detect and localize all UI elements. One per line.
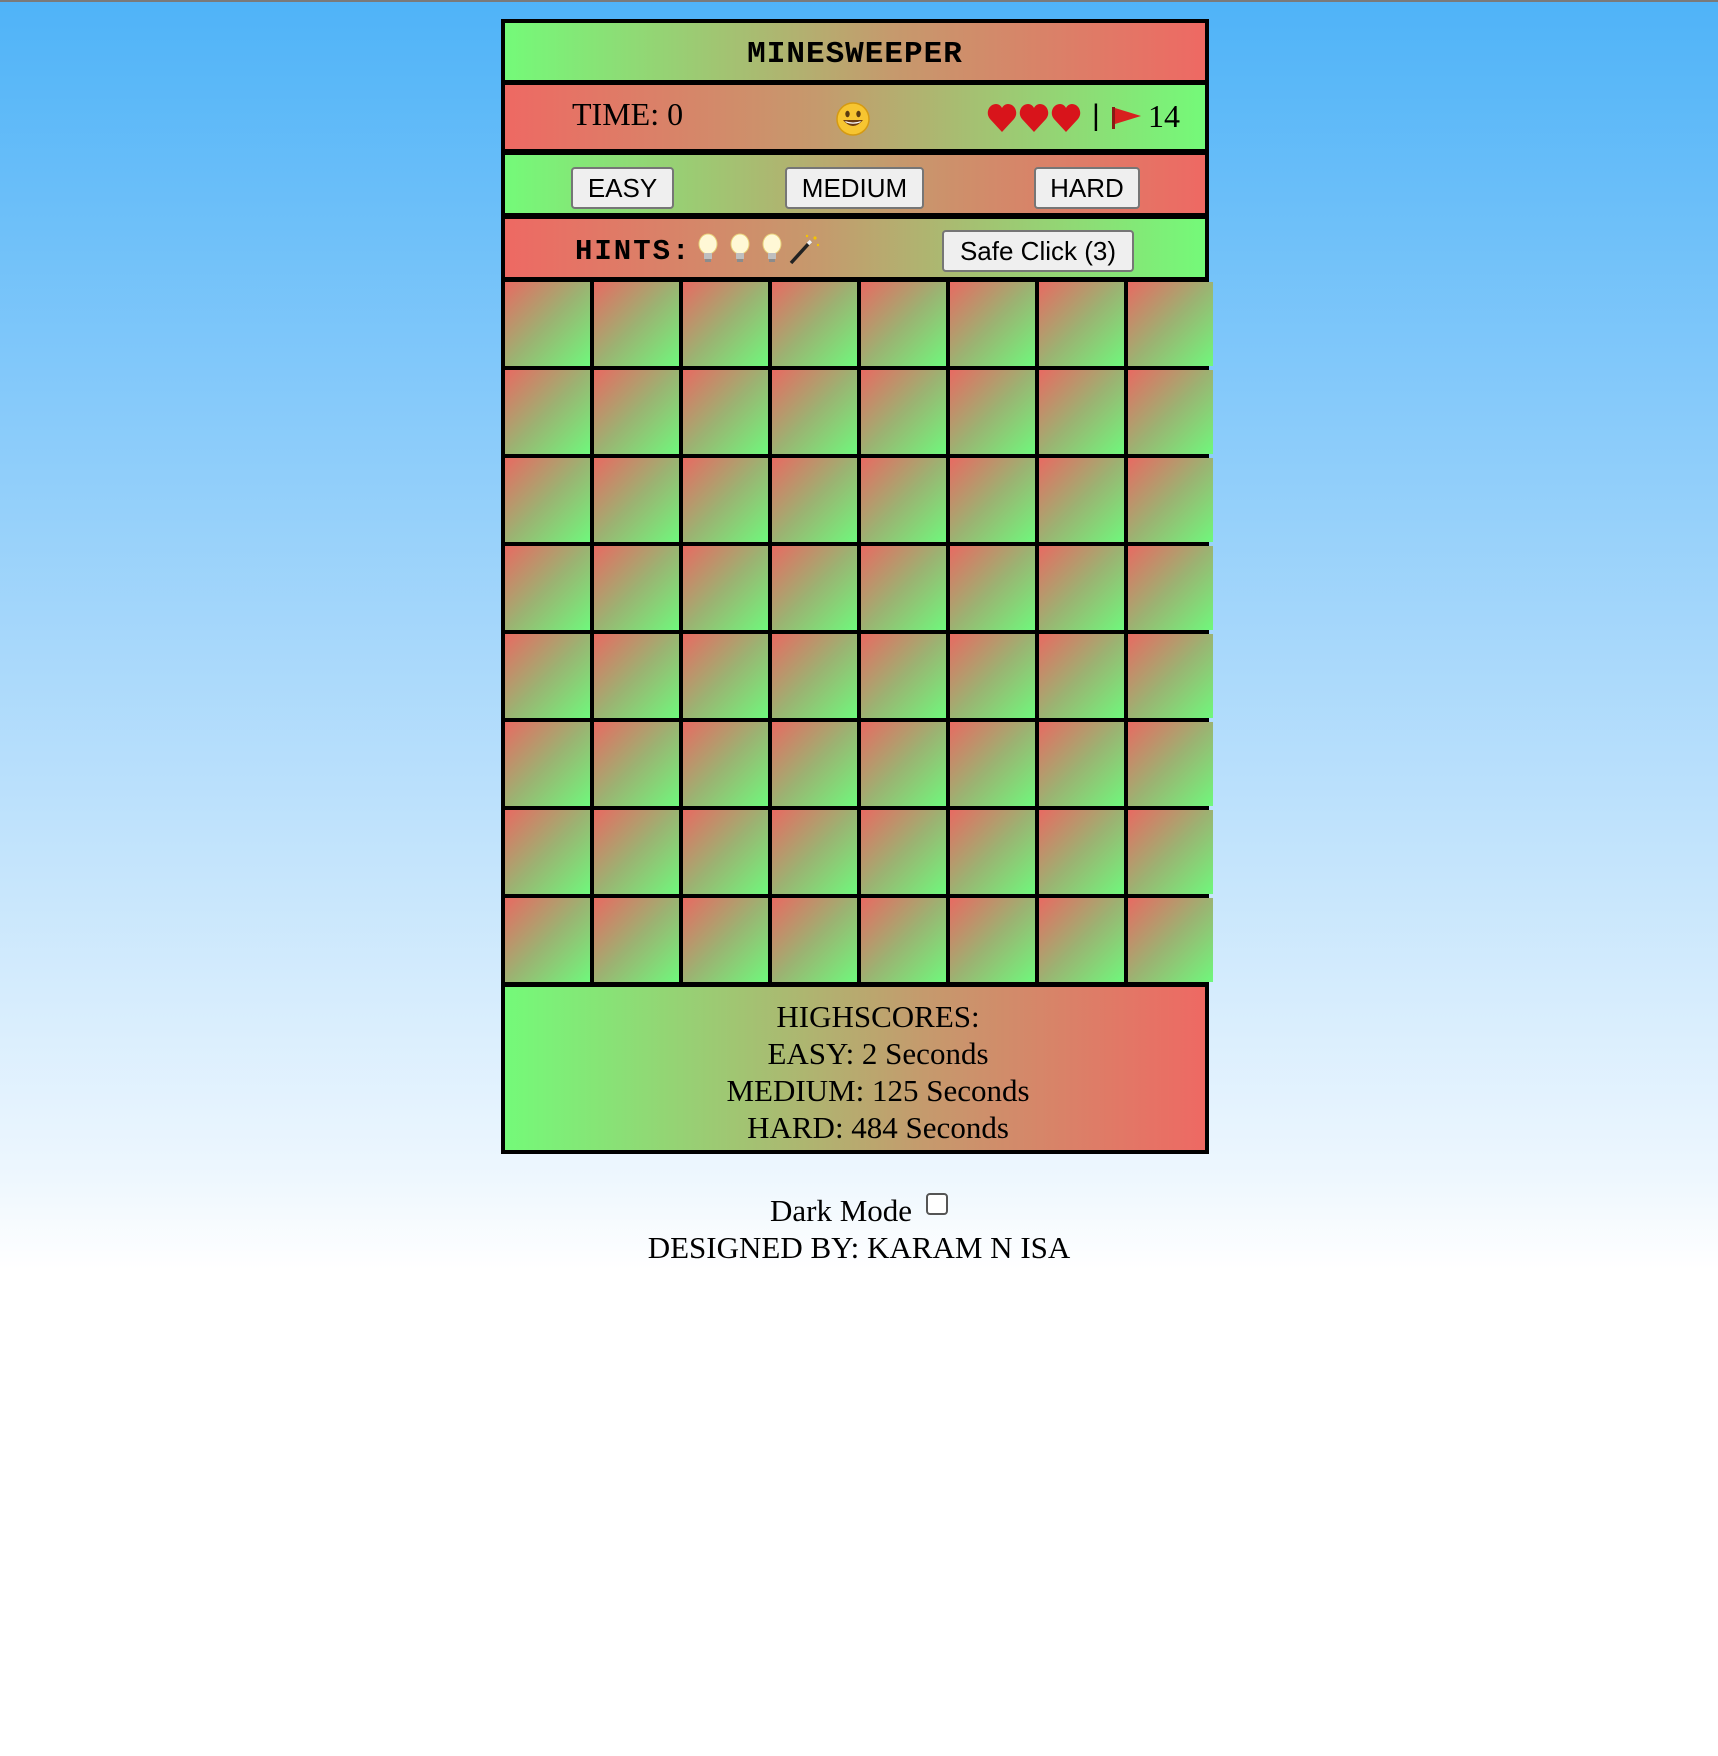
status-bar: TIME: 0 | 14: [505, 85, 1205, 155]
title-bar: MINESWEEPER: [505, 23, 1205, 85]
board-cell[interactable]: [683, 722, 768, 806]
board-cell[interactable]: [772, 370, 857, 454]
board-cell[interactable]: [1039, 282, 1124, 366]
board-cell[interactable]: [861, 898, 946, 982]
board-cell[interactable]: [950, 722, 1035, 806]
board-cell[interactable]: [950, 546, 1035, 630]
game-board: [505, 282, 1213, 982]
board-cell[interactable]: [505, 722, 590, 806]
board-cell[interactable]: [1039, 634, 1124, 718]
board-cell[interactable]: [1039, 370, 1124, 454]
hints-bar: HINTS: Safe Click (3): [505, 219, 1205, 282]
board-cell[interactable]: [950, 810, 1035, 894]
board-cell[interactable]: [772, 458, 857, 542]
board-cell[interactable]: [505, 898, 590, 982]
board-cell[interactable]: [861, 634, 946, 718]
board-cell[interactable]: [772, 810, 857, 894]
board-cell[interactable]: [1039, 810, 1124, 894]
board-cell[interactable]: [861, 722, 946, 806]
highscore-medium: MEDIUM: 125 Seconds: [726, 1073, 1030, 1108]
board-cell[interactable]: [594, 810, 679, 894]
board-cell[interactable]: [1039, 546, 1124, 630]
board-cell[interactable]: [1039, 722, 1124, 806]
board-cell[interactable]: [772, 722, 857, 806]
heart-icon: [987, 104, 1017, 132]
hints-label: HINTS:: [575, 235, 692, 268]
board-cell[interactable]: [1128, 898, 1213, 982]
game-title: MINESWEEPER: [747, 37, 963, 72]
status-separator: |: [1092, 99, 1100, 132]
red-flag-icon: [1111, 106, 1143, 135]
difficulty-bar: EASY MEDIUM HARD: [505, 155, 1205, 219]
board-cell[interactable]: [594, 722, 679, 806]
board-cell[interactable]: [594, 458, 679, 542]
board-cell[interactable]: [1039, 898, 1124, 982]
board-cell[interactable]: [594, 898, 679, 982]
credits: DESIGNED BY: KARAM N ISA: [647, 1230, 1071, 1265]
flags-remaining: 14: [1148, 98, 1180, 134]
board-cell[interactable]: [505, 634, 590, 718]
board-cell[interactable]: [1128, 634, 1213, 718]
board-cell[interactable]: [772, 282, 857, 366]
highscore-hard: HARD: 484 Seconds: [747, 1110, 1009, 1145]
medium-button[interactable]: MEDIUM: [785, 167, 924, 209]
board-cell[interactable]: [772, 634, 857, 718]
board-cell[interactable]: [505, 458, 590, 542]
board-cell[interactable]: [505, 546, 590, 630]
easy-button[interactable]: EASY: [571, 167, 674, 209]
board-cell[interactable]: [861, 546, 946, 630]
board-cell[interactable]: [505, 370, 590, 454]
board-cell[interactable]: [861, 458, 946, 542]
lives-hearts: [986, 100, 1086, 136]
board-cell[interactable]: [683, 634, 768, 718]
board-cell[interactable]: [594, 370, 679, 454]
board-cell[interactable]: [950, 458, 1035, 542]
board-cell[interactable]: [683, 370, 768, 454]
board-cell[interactable]: [683, 458, 768, 542]
smiley-face-icon[interactable]: [835, 101, 871, 137]
board-cell[interactable]: [861, 370, 946, 454]
board-cell[interactable]: [1128, 370, 1213, 454]
board-cell[interactable]: [950, 634, 1035, 718]
board-cell[interactable]: [594, 282, 679, 366]
heart-icon: [1051, 104, 1081, 132]
minesweeper-game: MINESWEEPER TIME: 0 | 14 EASY MEDIUM HAR…: [501, 19, 1213, 1154]
board-cell[interactable]: [683, 898, 768, 982]
highscores-panel: HIGHSCORES: EASY: 2 Seconds MEDIUM: 125 …: [505, 982, 1205, 1150]
board-cell[interactable]: [1128, 546, 1213, 630]
board-cell[interactable]: [1039, 458, 1124, 542]
board-cell[interactable]: [683, 546, 768, 630]
board-cell[interactable]: [683, 282, 768, 366]
board-cell[interactable]: [1128, 282, 1213, 366]
dark-mode-label: Dark Mode: [769, 1193, 913, 1228]
safe-click-button[interactable]: Safe Click (3): [942, 230, 1134, 272]
hard-button[interactable]: HARD: [1034, 167, 1140, 209]
time-display: TIME: 0: [572, 96, 684, 132]
hint-bulbs[interactable]: [695, 232, 825, 266]
dark-mode-checkbox[interactable]: [926, 1193, 949, 1215]
board-cell[interactable]: [594, 546, 679, 630]
board-cell[interactable]: [1128, 810, 1213, 894]
board-cell[interactable]: [683, 810, 768, 894]
board-cell[interactable]: [861, 282, 946, 366]
heart-icon: [1019, 104, 1049, 132]
board-cell[interactable]: [950, 370, 1035, 454]
board-cell[interactable]: [594, 634, 679, 718]
dark-mode-row: Dark Mode: [0, 1193, 1718, 1229]
board-cell[interactable]: [505, 282, 590, 366]
highscore-easy: EASY: 2 Seconds: [767, 1036, 989, 1071]
board-cell[interactable]: [1128, 722, 1213, 806]
lightbulb-icon: [762, 233, 782, 262]
board-cell[interactable]: [772, 898, 857, 982]
board-cell[interactable]: [772, 546, 857, 630]
lightbulb-icon: [730, 233, 750, 262]
magic-wand-icon: [789, 234, 820, 265]
board-cell[interactable]: [861, 810, 946, 894]
board-cell[interactable]: [950, 282, 1035, 366]
board-cell[interactable]: [1128, 458, 1213, 542]
lightbulb-icon: [698, 233, 718, 262]
board-cell[interactable]: [950, 898, 1035, 982]
highscores-heading: HIGHSCORES:: [776, 999, 980, 1034]
board-cell[interactable]: [505, 810, 590, 894]
